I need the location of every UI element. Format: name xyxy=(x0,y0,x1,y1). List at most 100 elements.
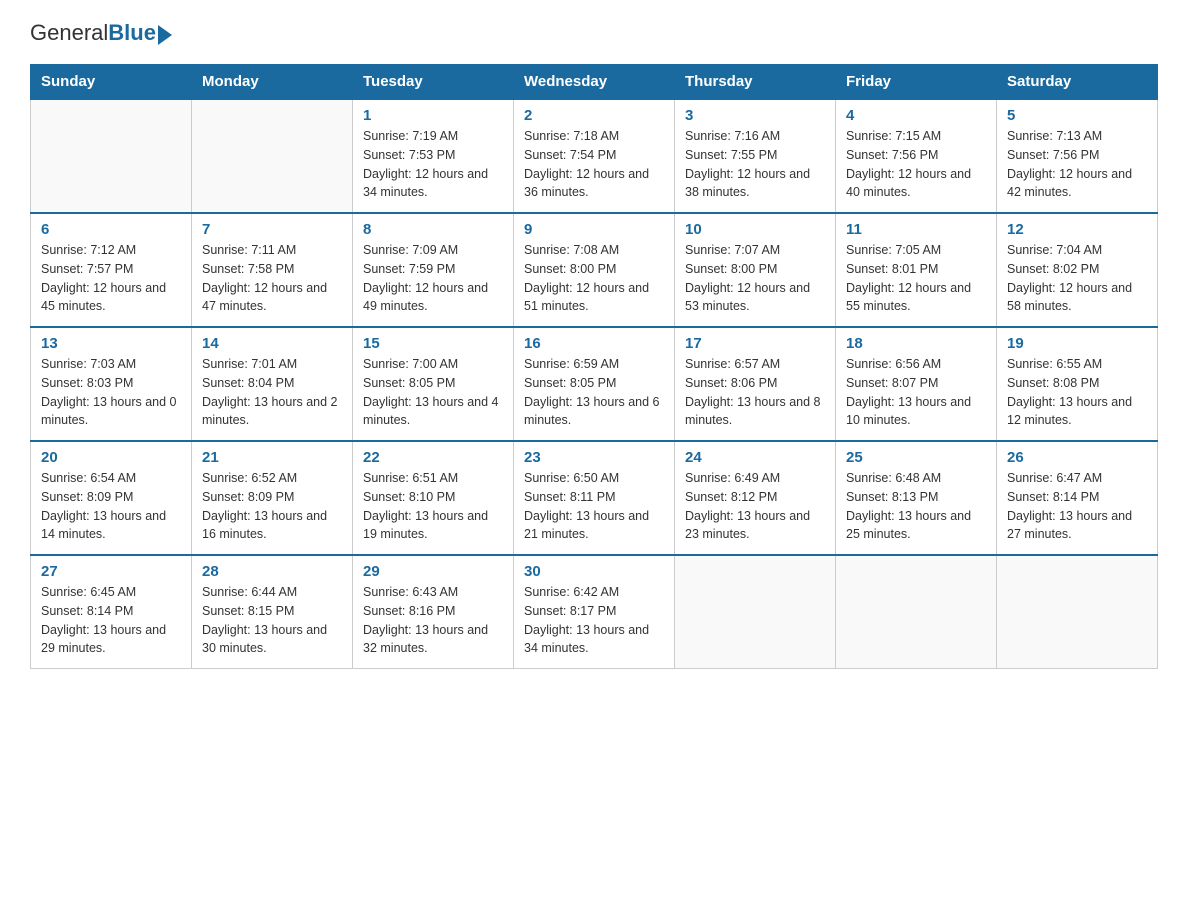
day-info: Sunrise: 6:49 AMSunset: 8:12 PMDaylight:… xyxy=(685,469,825,544)
day-number: 11 xyxy=(846,221,986,238)
week-row-2: 6 Sunrise: 7:12 AMSunset: 7:57 PMDaylight… xyxy=(31,213,1158,327)
calendar-cell: 29 Sunrise: 6:43 AMSunset: 8:16 PMDayligh… xyxy=(353,555,514,669)
calendar-cell: 4Sunrise: 7:15 AMSunset: 7:56 PMDaylight… xyxy=(836,99,997,213)
calendar-cell: 2Sunrise: 7:18 AMSunset: 7:54 PMDaylight… xyxy=(514,99,675,213)
calendar-cell: 25 Sunrise: 6:48 AMSunset: 8:13 PMDayligh… xyxy=(836,441,997,555)
day-info: Sunrise: 6:59 AMSunset: 8:05 PMDaylight:… xyxy=(524,355,664,430)
weekday-header-wednesday: Wednesday xyxy=(514,65,675,100)
weekday-header-thursday: Thursday xyxy=(675,65,836,100)
day-info: Sunrise: 6:55 AMSunset: 8:08 PMDaylight:… xyxy=(1007,355,1147,430)
calendar-cell xyxy=(192,99,353,213)
calendar-cell: 15 Sunrise: 7:00 AMSunset: 8:05 PMDayligh… xyxy=(353,327,514,441)
day-info: Sunrise: 7:12 AMSunset: 7:57 PMDaylight:… xyxy=(41,241,181,316)
day-info: Sunrise: 7:09 AMSunset: 7:59 PMDaylight:… xyxy=(363,241,503,316)
calendar-cell: 30 Sunrise: 6:42 AMSunset: 8:17 PMDayligh… xyxy=(514,555,675,669)
day-number: 24 xyxy=(685,449,825,466)
day-info: Sunrise: 7:08 AMSunset: 8:00 PMDaylight:… xyxy=(524,241,664,316)
day-info: Sunrise: 7:15 AMSunset: 7:56 PMDaylight:… xyxy=(846,127,986,202)
day-info: Sunrise: 7:04 AMSunset: 8:02 PMDaylight:… xyxy=(1007,241,1147,316)
calendar-table: SundayMondayTuesdayWednesdayThursdayFrid… xyxy=(30,64,1158,669)
calendar-cell: 1 Sunrise: 7:19 AMSunset: 7:53 PMDaylight… xyxy=(353,99,514,213)
day-info: Sunrise: 6:48 AMSunset: 8:13 PMDaylight:… xyxy=(846,469,986,544)
calendar-cell: 10Sunrise: 7:07 AMSunset: 8:00 PMDayligh… xyxy=(675,213,836,327)
week-row-4: 20Sunrise: 6:54 AMSunset: 8:09 PMDayligh… xyxy=(31,441,1158,555)
day-number: 28 xyxy=(202,563,342,580)
day-number: 20 xyxy=(41,449,181,466)
day-number: 18 xyxy=(846,335,986,352)
day-number: 30 xyxy=(524,563,664,580)
calendar-cell: 27 Sunrise: 6:45 AMSunset: 8:14 PMDayligh… xyxy=(31,555,192,669)
calendar-cell xyxy=(836,555,997,669)
day-number: 25 xyxy=(846,449,986,466)
calendar-cell: 13Sunrise: 7:03 AMSunset: 8:03 PMDayligh… xyxy=(31,327,192,441)
day-info: Sunrise: 6:45 AMSunset: 8:14 PMDaylight:… xyxy=(41,583,181,658)
day-info: Sunrise: 7:01 AMSunset: 8:04 PMDaylight:… xyxy=(202,355,342,430)
calendar-cell: 26 Sunrise: 6:47 AMSunset: 8:14 PMDayligh… xyxy=(997,441,1158,555)
day-number: 19 xyxy=(1007,335,1147,352)
calendar-cell: 3 Sunrise: 7:16 AMSunset: 7:55 PMDaylight… xyxy=(675,99,836,213)
calendar-cell: 16 Sunrise: 6:59 AMSunset: 8:05 PMDayligh… xyxy=(514,327,675,441)
calendar-cell: 22 Sunrise: 6:51 AMSunset: 8:10 PMDayligh… xyxy=(353,441,514,555)
day-info: Sunrise: 6:50 AMSunset: 8:11 PMDaylight:… xyxy=(524,469,664,544)
weekday-header-sunday: Sunday xyxy=(31,65,192,100)
week-row-1: 1 Sunrise: 7:19 AMSunset: 7:53 PMDaylight… xyxy=(31,99,1158,213)
calendar-cell: 7 Sunrise: 7:11 AMSunset: 7:58 PMDaylight… xyxy=(192,213,353,327)
day-info: Sunrise: 6:51 AMSunset: 8:10 PMDaylight:… xyxy=(363,469,503,544)
calendar-cell: 19 Sunrise: 6:55 AMSunset: 8:08 PMDayligh… xyxy=(997,327,1158,441)
day-info: Sunrise: 6:52 AMSunset: 8:09 PMDaylight:… xyxy=(202,469,342,544)
logo-arrow-icon xyxy=(158,25,172,45)
day-info: Sunrise: 7:19 AMSunset: 7:53 PMDaylight:… xyxy=(363,127,503,202)
day-info: Sunrise: 7:11 AMSunset: 7:58 PMDaylight:… xyxy=(202,241,342,316)
day-number: 5 xyxy=(1007,107,1147,124)
calendar-cell: 17 Sunrise: 6:57 AMSunset: 8:06 PMDayligh… xyxy=(675,327,836,441)
calendar-cell: 11 Sunrise: 7:05 AMSunset: 8:01 PMDayligh… xyxy=(836,213,997,327)
day-number: 26 xyxy=(1007,449,1147,466)
day-number: 21 xyxy=(202,449,342,466)
day-info: Sunrise: 7:05 AMSunset: 8:01 PMDaylight:… xyxy=(846,241,986,316)
day-number: 17 xyxy=(685,335,825,352)
calendar-cell: 8 Sunrise: 7:09 AMSunset: 7:59 PMDaylight… xyxy=(353,213,514,327)
calendar-cell: 5Sunrise: 7:13 AMSunset: 7:56 PMDaylight… xyxy=(997,99,1158,213)
day-info: Sunrise: 6:42 AMSunset: 8:17 PMDaylight:… xyxy=(524,583,664,658)
day-number: 16 xyxy=(524,335,664,352)
calendar-cell: 23 Sunrise: 6:50 AMSunset: 8:11 PMDayligh… xyxy=(514,441,675,555)
calendar-cell xyxy=(675,555,836,669)
calendar-cell: 14 Sunrise: 7:01 AMSunset: 8:04 PMDayligh… xyxy=(192,327,353,441)
day-number: 9 xyxy=(524,221,664,238)
day-info: Sunrise: 7:16 AMSunset: 7:55 PMDaylight:… xyxy=(685,127,825,202)
day-number: 3 xyxy=(685,107,825,124)
day-info: Sunrise: 6:47 AMSunset: 8:14 PMDaylight:… xyxy=(1007,469,1147,544)
day-number: 29 xyxy=(363,563,503,580)
calendar-cell: 21 Sunrise: 6:52 AMSunset: 8:09 PMDayligh… xyxy=(192,441,353,555)
calendar-cell: 28 Sunrise: 6:44 AMSunset: 8:15 PMDayligh… xyxy=(192,555,353,669)
calendar-cell: 20Sunrise: 6:54 AMSunset: 8:09 PMDayligh… xyxy=(31,441,192,555)
day-info: Sunrise: 6:44 AMSunset: 8:15 PMDaylight:… xyxy=(202,583,342,658)
day-number: 27 xyxy=(41,563,181,580)
day-number: 7 xyxy=(202,221,342,238)
day-number: 8 xyxy=(363,221,503,238)
week-row-5: 27 Sunrise: 6:45 AMSunset: 8:14 PMDayligh… xyxy=(31,555,1158,669)
calendar-cell xyxy=(31,99,192,213)
weekday-header-row: SundayMondayTuesdayWednesdayThursdayFrid… xyxy=(31,65,1158,100)
calendar-cell: 12 Sunrise: 7:04 AMSunset: 8:02 PMDayligh… xyxy=(997,213,1158,327)
day-number: 22 xyxy=(363,449,503,466)
day-info: Sunrise: 7:18 AMSunset: 7:54 PMDaylight:… xyxy=(524,127,664,202)
day-number: 23 xyxy=(524,449,664,466)
day-info: Sunrise: 7:00 AMSunset: 8:05 PMDaylight:… xyxy=(363,355,503,430)
logo: GeneralBlue xyxy=(30,20,172,46)
week-row-3: 13Sunrise: 7:03 AMSunset: 8:03 PMDayligh… xyxy=(31,327,1158,441)
page-header: GeneralBlue xyxy=(30,20,1158,46)
day-number: 1 xyxy=(363,107,503,124)
day-info: Sunrise: 6:57 AMSunset: 8:06 PMDaylight:… xyxy=(685,355,825,430)
day-number: 14 xyxy=(202,335,342,352)
day-info: Sunrise: 7:07 AMSunset: 8:00 PMDaylight:… xyxy=(685,241,825,316)
day-info: Sunrise: 6:56 AMSunset: 8:07 PMDaylight:… xyxy=(846,355,986,430)
day-info: Sunrise: 7:03 AMSunset: 8:03 PMDaylight:… xyxy=(41,355,181,430)
logo-text: GeneralBlue xyxy=(30,20,156,46)
calendar-cell: 6 Sunrise: 7:12 AMSunset: 7:57 PMDaylight… xyxy=(31,213,192,327)
day-number: 15 xyxy=(363,335,503,352)
day-number: 12 xyxy=(1007,221,1147,238)
day-number: 6 xyxy=(41,221,181,238)
calendar-cell: 24 Sunrise: 6:49 AMSunset: 8:12 PMDayligh… xyxy=(675,441,836,555)
day-info: Sunrise: 6:43 AMSunset: 8:16 PMDaylight:… xyxy=(363,583,503,658)
